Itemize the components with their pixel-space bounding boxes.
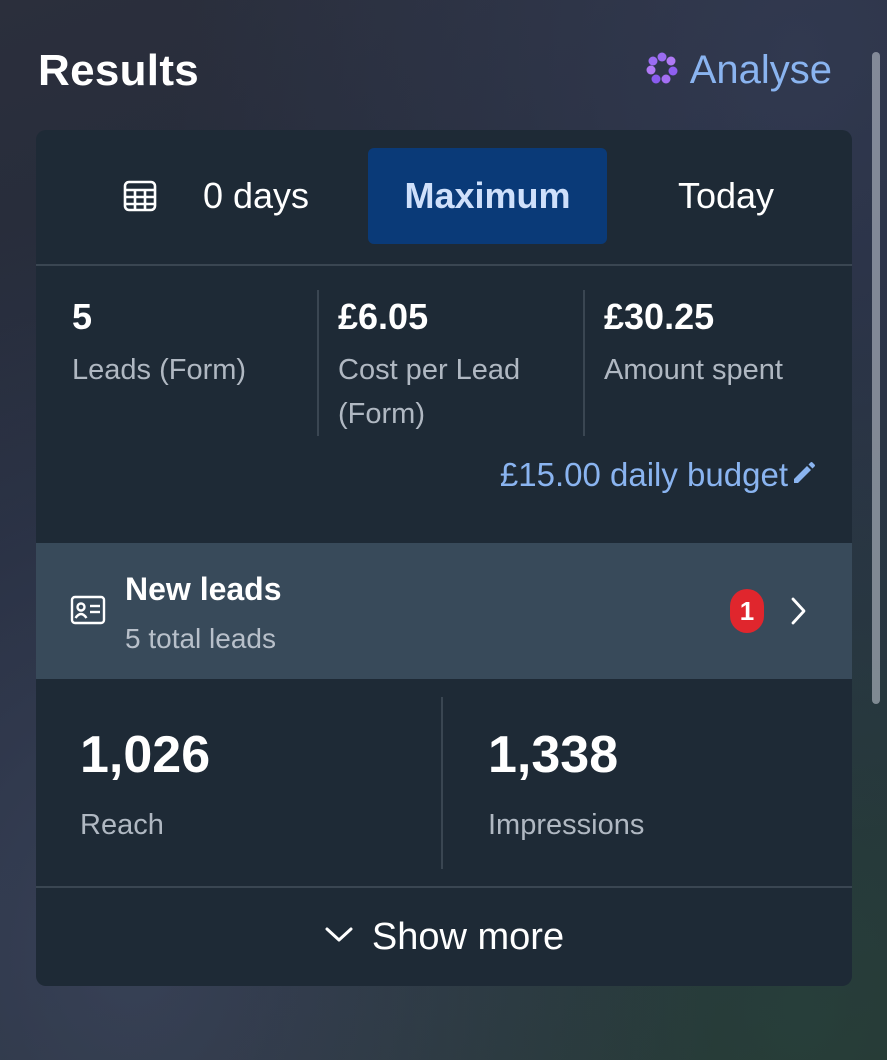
calendar-icon xyxy=(123,179,157,213)
show-more-button[interactable]: Show more xyxy=(36,888,852,986)
page-title: Results xyxy=(38,46,200,95)
chevron-down-icon xyxy=(324,925,354,950)
stat-value: 5 xyxy=(72,296,93,337)
stat-leads-form: 5 Leads (Form) xyxy=(72,290,312,392)
stat-amount-spent: £30.25 Amount spent xyxy=(604,290,844,392)
new-leads-title: New leads xyxy=(125,571,282,607)
total-leads-label: 5 total leads xyxy=(125,623,276,654)
stat-label: Amount spent xyxy=(604,354,783,386)
scrollbar[interactable] xyxy=(872,52,880,704)
new-leads-row[interactable]: New leads 5 total leads 1 xyxy=(36,543,852,679)
results-header: Results Analyse xyxy=(38,42,832,106)
stats-section: 5 Leads (Form) £6.05 Cost per Lead (Form… xyxy=(36,266,852,543)
daily-budget-label: £15.00 daily budget xyxy=(499,456,788,493)
tab-0-days[interactable]: 0 days xyxy=(66,148,366,244)
metric-label: Reach xyxy=(80,809,164,841)
daily-budget-link[interactable]: £15.00 daily budget xyxy=(500,456,818,494)
stat-value: £6.05 xyxy=(338,296,429,337)
tab-label: Today xyxy=(677,175,775,216)
divider xyxy=(441,697,443,869)
sparkle-icon xyxy=(644,50,680,91)
stat-value: £30.25 xyxy=(604,296,715,337)
stat-cost-per-lead: £6.05 Cost per Lead (Form) xyxy=(338,290,578,436)
notification-badge: 1 xyxy=(730,589,764,633)
metric-value: 1,026 xyxy=(80,726,211,784)
analyse-label: Analyse xyxy=(689,48,832,92)
pencil-icon xyxy=(790,459,818,492)
results-card: 0 days Maximum Today 5 Leads (Form) £6.0… xyxy=(36,130,852,986)
date-range-tabs: 0 days Maximum Today xyxy=(36,130,852,266)
tab-label: 0 days xyxy=(202,175,310,216)
metric-reach: 1,026 Reach xyxy=(80,723,210,842)
show-more-label: Show more xyxy=(371,915,565,958)
tab-maximum[interactable]: Maximum xyxy=(368,148,607,244)
contact-card-icon xyxy=(70,595,106,630)
tab-label: Maximum xyxy=(404,175,571,216)
divider xyxy=(583,290,585,436)
tab-today[interactable]: Today xyxy=(616,148,836,244)
stat-label: Leads (Form) xyxy=(72,354,247,386)
divider xyxy=(317,290,319,436)
metric-label: Impressions xyxy=(488,809,645,841)
metric-value: 1,338 xyxy=(488,726,619,784)
stat-label: Cost per Lead (Form) xyxy=(338,354,521,430)
analyse-button[interactable]: Analyse xyxy=(644,48,832,93)
chevron-right-icon xyxy=(788,595,808,632)
metric-impressions: 1,338 Impressions xyxy=(488,723,644,842)
metrics-section: 1,026 Reach 1,338 Impressions xyxy=(36,679,852,888)
